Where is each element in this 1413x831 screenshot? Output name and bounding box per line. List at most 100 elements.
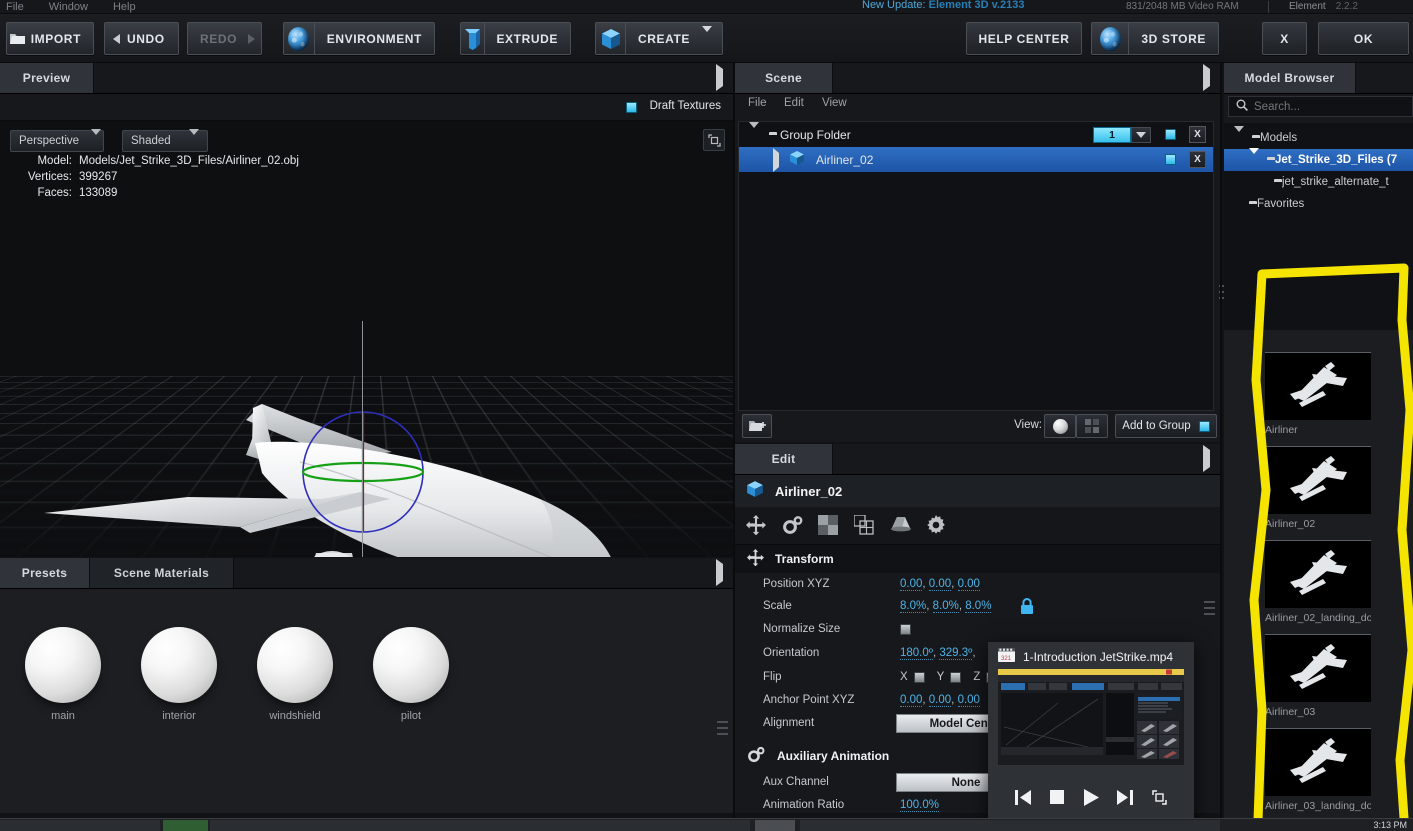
shading-mode-dropdown[interactable]: Shaded [122,129,208,152]
expand-triangle-icon[interactable] [1234,126,1244,144]
material-swatch[interactable]: interior [127,627,231,722]
next-icon[interactable] [1113,785,1137,809]
host-menubar[interactable]: File Window Help [6,0,158,13]
fullscreen-icon[interactable] [1147,785,1171,809]
group-count-field[interactable]: 1 [1093,126,1131,143]
expand-triangle-icon[interactable] [749,121,759,142]
orientation-y[interactable]: 329.3º [939,647,973,660]
cancel-button[interactable]: X [1262,22,1307,55]
position-z[interactable]: 0.00 [957,578,980,591]
scene-menu-view[interactable]: View [822,97,847,109]
draft-textures-checkbox[interactable] [626,102,637,113]
taskbar-item[interactable] [210,820,750,831]
help-center-button[interactable]: HELP CENTER [966,22,1082,55]
video-preview-popup[interactable]: 321 1-Introduction JetStrike.mp4 [988,642,1194,823]
menu-file[interactable]: File [6,1,24,13]
create-button[interactable]: CREATE [595,22,723,55]
3d-store-button[interactable]: 3D STORE [1091,22,1219,55]
model-thumb-item[interactable]: Airliner [1265,352,1371,436]
tree-item-favorites[interactable]: Favorites [1224,193,1413,215]
stop-icon[interactable] [1045,785,1069,809]
material-swatch[interactable]: main [11,627,115,722]
material-swatch[interactable]: pilot [359,627,463,722]
play-icon[interactable] [1079,785,1103,809]
airplane-thumbnail-icon[interactable] [1265,541,1371,608]
edit-resize-grip[interactable] [1204,601,1215,615]
model-thumb-item[interactable]: Airliner_03_landing_dow [1265,728,1371,812]
delete-row-button[interactable]: X [1189,126,1206,143]
edit-panel-menu-icon[interactable] [1203,445,1210,472]
scale-x[interactable]: 8.0% [900,600,927,613]
taskbar-item[interactable] [800,820,1220,831]
materials-icon[interactable] [818,515,840,537]
taskbar-item[interactable] [755,820,795,831]
materials-panel-menu-icon[interactable] [716,559,723,586]
view-grid-button[interactable] [1076,414,1108,438]
menu-help[interactable]: Help [113,1,136,13]
tree-item-jet-strike-3d-files[interactable]: Jet_Strike_3D_Files (7 [1224,148,1413,171]
tab-model-browser[interactable]: Model Browser [1224,63,1356,93]
environment-button[interactable]: ENVIRONMENT [283,22,435,55]
flip-x-checkbox[interactable] [913,671,925,683]
model-thumb-item[interactable]: Airliner_02_landing_dow [1265,540,1371,624]
redo-button[interactable]: REDO [187,22,262,55]
add-to-group-button[interactable]: Add to Group [1115,414,1217,438]
transform-section-header[interactable]: Transform [735,545,1220,573]
airplane-thumbnail-icon[interactable] [1265,729,1371,796]
scale-y[interactable]: 8.0% [932,600,959,613]
taskbar-item-active[interactable] [163,820,208,831]
expand-viewport-button[interactable] [703,129,725,151]
airplane-thumbnail-icon[interactable] [1265,635,1371,702]
tab-edit[interactable]: Edit [735,444,833,474]
animation-ratio-value[interactable]: 100.0% [900,799,940,812]
browser-splitter[interactable] [1220,63,1222,831]
update-notice[interactable]: New Update: Element 3D v.2133 [862,0,1024,12]
add-to-group-checkbox[interactable] [1198,420,1210,432]
model-thumbnail-list[interactable]: Airliner Airliner_02 Airliner_02_landing… [1224,330,1413,831]
undo-button[interactable]: UNDO [104,22,179,55]
model-thumb-item[interactable]: Airliner_03 [1265,634,1371,718]
tab-preview[interactable]: Preview [0,63,94,93]
airplane-thumbnail-icon[interactable] [1265,447,1371,514]
scene-row-airliner-02[interactable]: Airliner_02 X [739,147,1213,172]
taskbar-item[interactable] [0,820,160,831]
search-input[interactable] [1254,100,1404,113]
model-icon[interactable] [890,515,912,537]
scale-z[interactable]: 8.0% [965,600,992,613]
menu-window[interactable]: Window [49,1,88,13]
tab-scene-materials[interactable]: Scene Materials [90,558,234,588]
ok-button[interactable]: OK [1318,22,1409,55]
anchor-x[interactable]: 0.00 [900,694,923,707]
3d-viewport[interactable]: Perspective Shaded Model: Models/Jet_Str… [0,121,733,557]
view-sphere-button[interactable] [1044,414,1076,438]
new-group-button[interactable] [742,414,772,438]
scene-panel-menu-icon[interactable] [1203,64,1210,91]
expand-triangle-icon[interactable] [773,147,779,172]
flip-y-checkbox[interactable] [950,671,962,683]
transform-icon[interactable] [746,515,768,537]
visibility-toggle[interactable] [1165,154,1176,165]
prev-icon[interactable] [1011,785,1035,809]
tree-item-jet-strike-alternate[interactable]: jet_strike_alternate_t [1224,171,1413,193]
position-y[interactable]: 0.00 [928,578,952,591]
scene-menu-edit[interactable]: Edit [784,97,804,109]
panel-resize-grip[interactable] [717,721,728,735]
anchor-y[interactable]: 0.00 [928,694,952,707]
import-button[interactable]: IMPORT [6,22,94,55]
model-search-field[interactable] [1228,96,1413,117]
scene-menu-file[interactable]: File [748,97,767,109]
normalize-size-checkbox[interactable] [900,624,911,635]
scene-row-group-folder[interactable]: Group Folder 1 X [739,121,1213,147]
model-thumb-item[interactable]: Airliner_02 [1265,446,1371,530]
preview-panel-menu-icon[interactable] [716,64,723,91]
orientation-x[interactable]: 180.0º [900,647,933,660]
extrude-button[interactable]: EXTRUDE [460,22,571,55]
tab-scene[interactable]: Scene [735,63,833,93]
anchor-z[interactable]: 0.00 [957,694,980,707]
expand-triangle-icon[interactable] [1249,148,1259,166]
scene-tree[interactable]: Group Folder 1 X Airliner_02 X [738,121,1230,411]
settings-gear-icon[interactable] [926,515,948,537]
video-thumbnail[interactable] [998,669,1184,765]
group-count-dropdown-icon[interactable] [1131,126,1151,143]
tab-presets[interactable]: Presets [0,558,90,588]
